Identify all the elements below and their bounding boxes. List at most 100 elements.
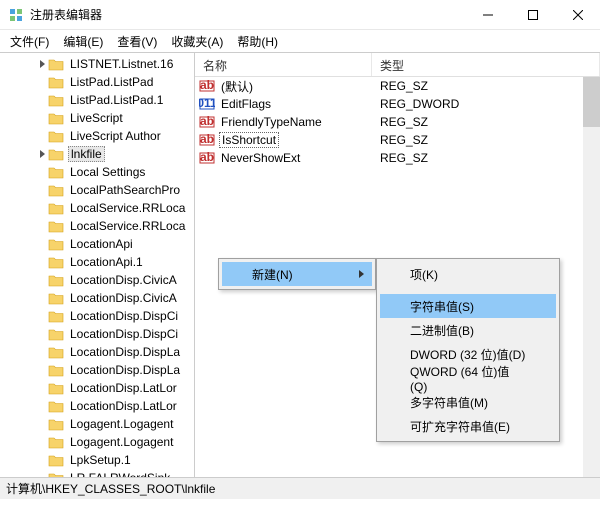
- tree-expander-icon[interactable]: [36, 202, 48, 214]
- tree-label: Logagent.Logagent: [68, 417, 175, 431]
- tree-row[interactable]: LocationDisp.DispCi: [0, 325, 194, 343]
- tree-label: LocationApi: [68, 237, 135, 251]
- folder-icon: [48, 436, 64, 449]
- tree-expander-icon[interactable]: [36, 418, 48, 430]
- ctx-new[interactable]: 新建(N): [222, 262, 372, 286]
- tree-row[interactable]: LiveScript: [0, 109, 194, 127]
- tree-expander-icon[interactable]: [36, 346, 48, 358]
- col-name[interactable]: 名称: [195, 53, 372, 76]
- list-row[interactable]: NeverShowExtREG_SZ: [195, 149, 600, 167]
- tree-expander-icon[interactable]: [36, 364, 48, 376]
- tree-row[interactable]: LocationApi.1: [0, 253, 194, 271]
- tree-expander-icon[interactable]: [36, 454, 48, 466]
- ctx-multi[interactable]: 多字符串值(M): [380, 390, 556, 414]
- tree-expander-icon[interactable]: [36, 130, 48, 142]
- folder-icon: [48, 76, 64, 89]
- tree-expander-icon[interactable]: [36, 220, 48, 232]
- ctx-expand[interactable]: 可扩充字符串值(E): [380, 414, 556, 438]
- tree-expander-icon[interactable]: [36, 274, 48, 286]
- list-row[interactable]: FriendlyTypeNameREG_SZ: [195, 113, 600, 131]
- folder-icon: [48, 256, 64, 269]
- menu-view[interactable]: 查看(V): [111, 31, 163, 52]
- tree-row[interactable]: LocationDisp.DispLa: [0, 361, 194, 379]
- tree-expander-icon[interactable]: [36, 328, 48, 340]
- menu-favorites[interactable]: 收藏夹(A): [165, 31, 229, 52]
- string-value-icon: [199, 132, 215, 148]
- tree-row[interactable]: LocalService.RRLoca: [0, 217, 194, 235]
- tree-label: LocationDisp.DispLa: [68, 345, 182, 359]
- list-row[interactable]: EditFlagsREG_DWORD: [195, 95, 600, 113]
- tree-row[interactable]: ListPad.ListPad.1: [0, 91, 194, 109]
- tree-pane[interactable]: LISTNET.Listnet.16 ListPad.ListPadListPad…: [0, 53, 195, 477]
- tree-expander-icon[interactable]: [36, 112, 48, 124]
- tree-expander-icon[interactable]: [36, 292, 48, 304]
- tree-expander-icon[interactable]: [36, 238, 48, 250]
- value-name: IsShortcut: [219, 132, 279, 148]
- menu-file[interactable]: 文件(F): [4, 31, 55, 52]
- tree-label: lnkfile: [68, 146, 105, 162]
- tree-label: LpkSetup.1: [68, 453, 133, 467]
- menu-help[interactable]: 帮助(H): [231, 31, 284, 52]
- tree-row[interactable]: LocationDisp.LatLor: [0, 397, 194, 415]
- tree-label: LocationDisp.CivicA: [68, 273, 179, 287]
- tree-row[interactable]: Logagent.Logagent: [0, 415, 194, 433]
- folder-icon: [48, 166, 64, 179]
- tree-row[interactable]: LR FALRWordSink: [0, 469, 194, 477]
- tree-row[interactable]: LocationApi: [0, 235, 194, 253]
- tree-row[interactable]: LISTNET.Listnet.16: [0, 55, 194, 73]
- tree-expander-icon[interactable]: [36, 256, 48, 268]
- folder-icon: [48, 130, 64, 143]
- tree-expander-icon[interactable]: [36, 166, 48, 178]
- minimize-button[interactable]: [465, 0, 510, 30]
- maximize-button[interactable]: [510, 0, 555, 30]
- ctx-multi-label: 多字符串值(M): [410, 394, 488, 411]
- tree-expander-icon[interactable]: [36, 382, 48, 394]
- folder-icon: [48, 202, 64, 215]
- tree-expander-icon[interactable]: [36, 436, 48, 448]
- ctx-string[interactable]: 字符串值(S): [380, 294, 556, 318]
- ctx-key[interactable]: 项(K): [380, 262, 556, 286]
- tree-row[interactable]: ListPad.ListPad: [0, 73, 194, 91]
- folder-icon: [48, 364, 64, 377]
- folder-icon: [48, 400, 64, 413]
- tree-expander-icon[interactable]: [36, 94, 48, 106]
- tree-row[interactable]: LocationDisp.CivicA: [0, 289, 194, 307]
- regedit-icon: [8, 7, 24, 23]
- tree-row[interactable]: Local Settings: [0, 163, 194, 181]
- tree-label: LocalService.RRLoca: [68, 201, 187, 215]
- tree-row[interactable]: LocalPathSearchPro: [0, 181, 194, 199]
- tree-row[interactable]: LocationDisp.DispCi: [0, 307, 194, 325]
- tree-expander-icon[interactable]: [36, 310, 48, 322]
- value-name: FriendlyTypeName: [219, 115, 324, 129]
- tree-expander-icon[interactable]: [36, 58, 48, 70]
- vscroll-thumb[interactable]: [583, 77, 600, 127]
- tree-row[interactable]: LocalService.RRLoca: [0, 199, 194, 217]
- ctx-qword[interactable]: QWORD (64 位)值(Q): [380, 366, 556, 390]
- folder-icon: [48, 112, 64, 125]
- tree-expander-icon[interactable]: [36, 400, 48, 412]
- value-name: NeverShowExt: [219, 151, 302, 165]
- string-value-icon: [199, 78, 215, 94]
- tree-expander-icon[interactable]: [36, 76, 48, 88]
- list-row[interactable]: IsShortcutREG_SZ: [195, 131, 600, 149]
- tree-row[interactable]: LocationDisp.CivicA: [0, 271, 194, 289]
- folder-icon: [48, 274, 64, 287]
- tree-row[interactable]: LpkSetup.1: [0, 451, 194, 469]
- tree-expander-icon[interactable]: [36, 148, 48, 160]
- tree-expander-icon[interactable]: [36, 184, 48, 196]
- tree-label: LISTNET.Listnet.16: [68, 57, 175, 71]
- tree-row[interactable]: LocationDisp.LatLor: [0, 379, 194, 397]
- col-type[interactable]: 类型: [372, 53, 600, 76]
- statusbar: 计算机\HKEY_CLASSES_ROOT\lnkfile: [0, 477, 600, 499]
- context-submenu: 项(K) 字符串值(S) 二进制值(B) DWORD (32 位)值(D) QW…: [376, 258, 560, 442]
- ctx-binary[interactable]: 二进制值(B): [380, 318, 556, 342]
- list-row[interactable]: (默认)REG_SZ: [195, 77, 600, 95]
- vscroll-track[interactable]: [583, 77, 600, 477]
- close-button[interactable]: [555, 0, 600, 30]
- tree-row[interactable]: LiveScript Author: [0, 127, 194, 145]
- tree-row[interactable]: lnkfile: [0, 145, 194, 163]
- tree-row[interactable]: Logagent.Logagent: [0, 433, 194, 451]
- menu-edit[interactable]: 编辑(E): [57, 31, 109, 52]
- tree-label: LocalPathSearchPro: [68, 183, 182, 197]
- tree-row[interactable]: LocationDisp.DispLa: [0, 343, 194, 361]
